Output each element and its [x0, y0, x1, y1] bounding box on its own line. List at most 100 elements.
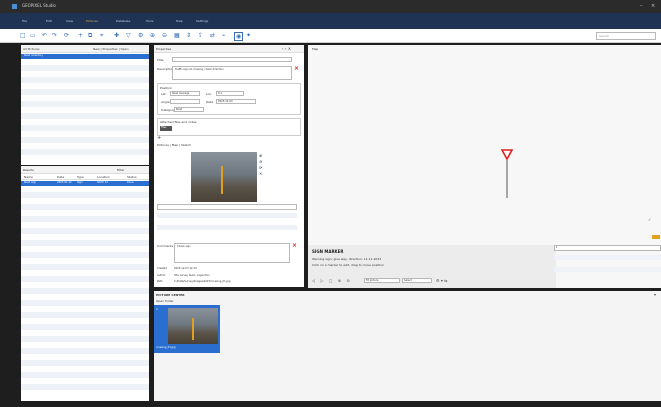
- menu-item-help[interactable]: Help: [176, 19, 183, 23]
- table-row[interactable]: [21, 360, 149, 366]
- side-field[interactable]: 1: [554, 245, 661, 251]
- list-item[interactable]: [21, 113, 149, 119]
- category-select[interactable]: Road: [174, 107, 204, 112]
- zoom-select[interactable]: Fit picture: [364, 278, 400, 283]
- angle-field[interactable]: [170, 99, 200, 104]
- table-row[interactable]: [21, 372, 149, 378]
- clear-comments-icon[interactable]: ×: [292, 242, 297, 249]
- mode-select[interactable]: Select: [402, 278, 432, 283]
- open-icon[interactable]: ▭: [30, 32, 36, 39]
- export-icon[interactable]: ⇪: [198, 32, 203, 39]
- table-row[interactable]: [21, 348, 149, 354]
- tag-icon[interactable]: ⌖: [100, 32, 103, 39]
- photo-caption-field[interactable]: [157, 204, 297, 210]
- close-icon[interactable]: ×: [651, 3, 655, 9]
- split-icon[interactable]: ⇕: [186, 32, 191, 39]
- refresh-icon[interactable]: ⟳: [64, 32, 69, 39]
- table-row[interactable]: [21, 336, 149, 342]
- table-row[interactable]: [21, 276, 149, 282]
- minimize-icon[interactable]: –: [640, 3, 643, 9]
- table-row[interactable]: [21, 216, 149, 222]
- list-item[interactable]: [21, 101, 149, 107]
- list-item[interactable]: [21, 89, 149, 95]
- table-row[interactable]: [21, 384, 149, 390]
- orientation-icon[interactable]: [652, 235, 660, 239]
- layers-icon[interactable]: ⧉: [88, 32, 92, 39]
- sign-marker[interactable]: [501, 148, 513, 200]
- table-header: Name Date Type Location Status: [21, 175, 149, 180]
- search-input[interactable]: Search: [596, 32, 656, 40]
- table-row[interactable]: [21, 240, 149, 246]
- table-row[interactable]: [21, 228, 149, 234]
- thumbnail-index: 1: [156, 307, 158, 311]
- angle-label: Angle: [161, 100, 170, 104]
- files-tab[interactable]: Files: [160, 126, 172, 131]
- list-item[interactable]: Road inventory: [21, 54, 149, 59]
- photo-tabs[interactable]: Pictures | Map | Sketch: [157, 143, 191, 147]
- lon-field[interactable]: 0.1: [216, 91, 244, 96]
- properties-panel: Properties ‹ › × Title Description Traff…: [154, 45, 304, 287]
- date-label: Date: [206, 100, 214, 104]
- add-attachment-icon[interactable]: +: [157, 135, 161, 141]
- thumbnail-image: [168, 308, 218, 344]
- list-item[interactable]: [21, 77, 149, 83]
- table-row[interactable]: [21, 300, 149, 306]
- table-row[interactable]: [21, 264, 149, 270]
- menu-item-file[interactable]: File: [22, 19, 27, 23]
- table-row[interactable]: [21, 312, 149, 318]
- panel-title: Properties: [156, 47, 172, 51]
- menu-item-pictures[interactable]: Pictures: [86, 19, 98, 23]
- gallery-collapse-icon[interactable]: ▾: [654, 292, 656, 297]
- pin-icon[interactable]: ✚: [114, 32, 119, 39]
- grid-icon[interactable]: ▦: [174, 32, 180, 39]
- table-row[interactable]: [21, 252, 149, 258]
- list-item[interactable]: [21, 125, 149, 131]
- table-row[interactable]: Road sign 2023-01-12 Sign North 12 Done: [21, 181, 149, 186]
- date-field[interactable]: 2023-12-03: [216, 99, 256, 104]
- title-label: Title: [157, 58, 164, 62]
- settings-icon[interactable]: ⚙: [138, 32, 143, 39]
- zoom-in-icon[interactable]: ⊕: [150, 32, 155, 39]
- playback-controls[interactable]: ◁ ▷ ▢ ⊕ ⊖: [312, 278, 352, 283]
- photo-tools[interactable]: ⊕ ⊖ ⟳ ×: [259, 153, 262, 177]
- chart-icon[interactable]: ⌁: [222, 32, 226, 39]
- camera-icon[interactable]: ◉: [234, 32, 244, 41]
- table-row[interactable]: [21, 288, 149, 294]
- redo-icon[interactable]: ↷: [52, 32, 57, 39]
- menu-item-edit[interactable]: Edit: [46, 19, 52, 23]
- menu-item-tools[interactable]: Tools: [146, 19, 153, 23]
- table-row[interactable]: [21, 204, 149, 210]
- menu-item-view[interactable]: View: [66, 19, 73, 23]
- map-viewer[interactable]: Map ✓ SIGN MARKER Warning sign: give way…: [308, 45, 661, 288]
- title-field[interactable]: [172, 57, 292, 62]
- list-item[interactable]: [21, 137, 149, 143]
- filter-icon[interactable]: ▽: [126, 32, 131, 39]
- description-field[interactable]: Traffic sign at crossing, check directio…: [172, 66, 292, 80]
- add-icon[interactable]: +: [78, 32, 83, 39]
- attachments-group: Attached files and notes Files: [157, 118, 301, 136]
- lat-field[interactable]: Road Average: [170, 91, 200, 96]
- gallery-subtitle[interactable]: Open folder: [156, 299, 174, 303]
- comments-field[interactable]: Check sign: [174, 243, 290, 263]
- view-settings-icon[interactable]: ⚙ ▾ ⇆: [436, 278, 448, 283]
- zoom-out-icon[interactable]: ⊖: [162, 32, 167, 39]
- undo-icon[interactable]: ↶: [42, 32, 47, 39]
- panel-tools[interactable]: New | Properties | Open: [93, 47, 129, 51]
- menu-item-settings[interactable]: Settings: [196, 19, 208, 23]
- nav-arrows-icon[interactable]: ‹ › ×: [282, 46, 291, 51]
- globe-icon[interactable]: ✦: [246, 32, 251, 39]
- thumbnail-card[interactable]: 1 crossing_01.jpg: [154, 305, 220, 353]
- list-item[interactable]: [21, 149, 149, 155]
- table-row[interactable]: [21, 192, 149, 198]
- position-group: Position Lat Road Average Lon 0.1 Angle …: [157, 83, 301, 115]
- compass-icon[interactable]: ✓: [648, 217, 651, 222]
- clear-description-icon[interactable]: ×: [294, 65, 299, 72]
- sync-icon[interactable]: ⇄: [210, 32, 215, 39]
- attached-photo[interactable]: [191, 152, 257, 202]
- list-item[interactable]: [21, 65, 149, 71]
- menu-item-database[interactable]: Database: [116, 19, 130, 23]
- table-row[interactable]: [21, 324, 149, 330]
- filter-button[interactable]: Filter: [117, 168, 124, 172]
- title-bar: GEOPIXEL Studio – ×: [0, 0, 661, 13]
- new-icon[interactable]: □: [20, 32, 26, 39]
